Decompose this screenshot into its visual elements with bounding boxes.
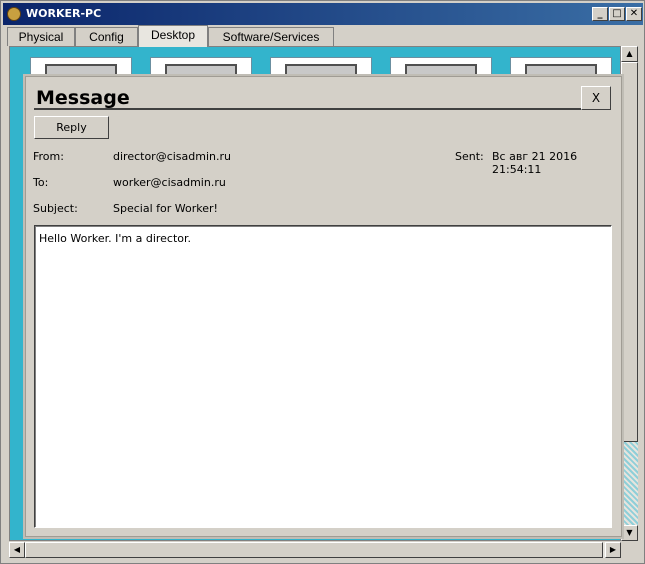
vertical-scroll-thumb[interactable]	[621, 62, 638, 442]
message-header: Message	[34, 85, 611, 110]
tab-desktop[interactable]: Desktop	[138, 25, 208, 47]
vertical-scroll-track[interactable]	[621, 442, 638, 525]
message-title: Message	[36, 87, 130, 109]
minimize-button[interactable]: _	[592, 7, 608, 21]
sent-value: Вс авг 21 2016 21:54:11	[492, 150, 578, 176]
tab-software-services[interactable]: Software/Services	[208, 27, 334, 46]
close-message-button[interactable]: X	[581, 86, 611, 110]
to-label: To:	[33, 176, 49, 189]
horizontal-scrollbar[interactable]: ◀ ▶	[9, 542, 621, 558]
app-icon	[7, 7, 21, 21]
scroll-left-icon[interactable]: ◀	[9, 542, 25, 558]
subject-value: Special for Worker!	[113, 202, 218, 215]
window-title: WORKER-PC	[26, 7, 102, 20]
reply-button[interactable]: Reply	[34, 116, 109, 139]
app-window: WORKER-PC _ □ ✕ Physical Config Desktop …	[0, 0, 645, 564]
scroll-down-icon[interactable]: ▼	[621, 525, 638, 541]
message-body[interactable]: Hello Worker. I'm a director.	[34, 225, 612, 528]
vertical-scrollbar[interactable]: ▲ ▼	[621, 46, 638, 541]
message-body-text: Hello Worker. I'm a director.	[39, 232, 192, 245]
tab-physical[interactable]: Physical	[7, 27, 75, 46]
close-window-button[interactable]: ✕	[626, 7, 642, 21]
maximize-button[interactable]: □	[609, 7, 625, 21]
subject-label: Subject:	[33, 202, 78, 215]
message-dialog: Message X Reply From: director@cisadmin.…	[25, 76, 622, 537]
to-value: worker@cisadmin.ru	[113, 176, 226, 189]
tab-config[interactable]: Config	[75, 27, 138, 46]
sent-label: Sent:	[455, 150, 484, 163]
scroll-up-icon[interactable]: ▲	[621, 46, 638, 62]
horizontal-scroll-thumb[interactable]	[25, 542, 603, 558]
title-bar[interactable]: WORKER-PC _ □ ✕	[3, 3, 643, 25]
scroll-right-icon[interactable]: ▶	[605, 542, 621, 558]
from-value: director@cisadmin.ru	[113, 150, 231, 163]
from-label: From:	[33, 150, 64, 163]
